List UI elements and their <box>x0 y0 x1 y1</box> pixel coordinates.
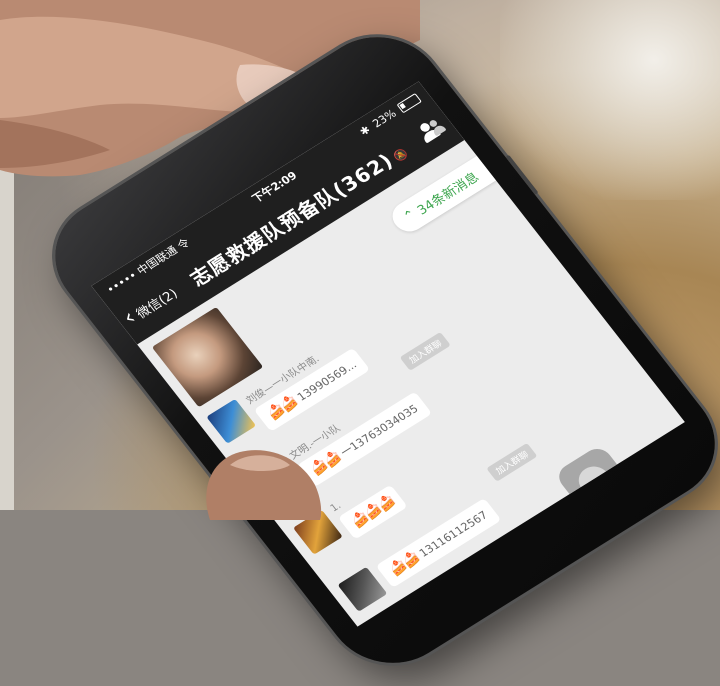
people-icon[interactable] <box>414 115 448 145</box>
back-label: 微信(2) <box>133 286 181 322</box>
phone-number: 13116112567 <box>416 508 491 560</box>
cake-emoji: 🍰🍰 <box>264 393 301 423</box>
message-body: 1. 🍰🍰🍰 <box>329 473 409 540</box>
battery-icon <box>396 92 422 113</box>
avatar[interactable] <box>337 566 388 612</box>
assistive-touch-button[interactable] <box>553 443 636 518</box>
battery-percent: 23% <box>369 106 399 130</box>
window-light <box>500 0 720 200</box>
system-tag: 加入群聊 <box>399 331 451 371</box>
cake-emoji: 🍰🍰 <box>386 549 423 579</box>
mute-icon: 🔕 <box>390 145 412 164</box>
system-tag: 加入群聊 <box>486 442 538 482</box>
hand-bottom-finger <box>206 450 322 520</box>
new-messages-label: 34条新消息 <box>414 170 483 219</box>
bluetooth-icon: ✱ <box>356 122 373 138</box>
